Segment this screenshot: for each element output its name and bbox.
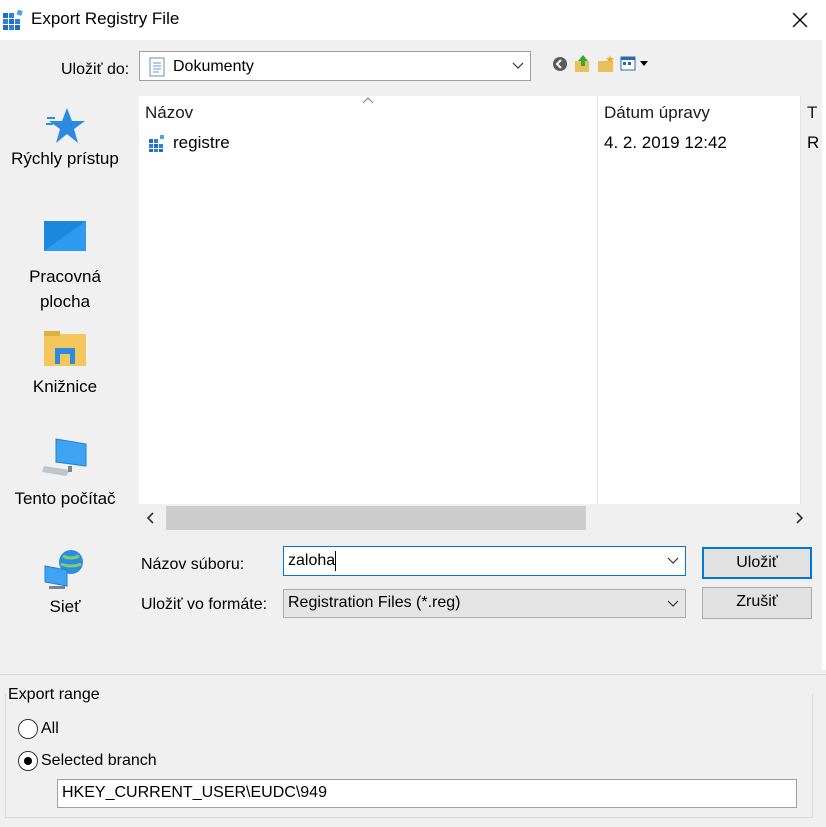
chevron-down-icon: [512, 62, 524, 69]
place-libraries[interactable]: Knižnice: [0, 330, 130, 399]
libraries-icon: [44, 331, 86, 366]
file-name-label: Názov súboru:: [141, 556, 245, 573]
sort-ascending-icon: [362, 97, 374, 104]
table-row[interactable]: registre 4. 2. 2019 12:42 R: [145, 130, 819, 156]
radio-selected-branch[interactable]: [18, 751, 38, 771]
export-range-title: Export range: [8, 686, 100, 703]
place-label: Tento počítač: [14, 489, 116, 508]
place-label: Knižnice: [32, 377, 98, 396]
chevron-down-icon: [667, 600, 679, 607]
cancel-button[interactable]: Zrušiť: [702, 587, 812, 619]
radio-all-label[interactable]: All: [41, 720, 59, 738]
file-type: R: [807, 133, 820, 152]
branch-path-input[interactable]: HKEY_CURRENT_USER\EUDC\949: [57, 779, 797, 808]
up-folder-icon[interactable]: [573, 54, 593, 74]
back-icon[interactable]: [550, 54, 570, 74]
radio-all[interactable]: [18, 719, 38, 739]
window-edge: [822, 40, 826, 670]
places-bar: Rýchly prístup Pracovná plocha Knižnice …: [0, 96, 130, 674]
save-in-combo[interactable]: Dokumenty: [139, 51, 531, 81]
registry-file-icon: [149, 135, 164, 152]
export-registry-dialog: Export Registry File Uložiť do: Dokument…: [0, 0, 826, 827]
column-header-type[interactable]: T: [807, 103, 817, 123]
window-title: Export Registry File: [31, 9, 180, 28]
file-type-value: Registration Files (*.reg): [288, 594, 461, 611]
close-icon[interactable]: [786, 6, 814, 34]
place-network[interactable]: Sieť: [0, 548, 130, 619]
chevron-down-icon[interactable]: [667, 556, 679, 566]
radio-selected-branch-label[interactable]: Selected branch: [41, 752, 157, 770]
desktop-icon: [44, 221, 86, 251]
place-label: plocha: [39, 292, 91, 311]
save-button[interactable]: Uložiť: [702, 547, 812, 579]
new-folder-icon[interactable]: [596, 54, 616, 74]
this-pc-icon: [42, 438, 87, 476]
save-in-value: Dokumenty: [173, 58, 254, 75]
divider: [0, 674, 826, 675]
text-caret: [335, 551, 336, 571]
quick-access-star-icon: [46, 108, 85, 143]
column-divider[interactable]: [597, 96, 598, 504]
scrollbar-thumb[interactable]: [166, 506, 586, 530]
place-label: Rýchly prístup: [11, 149, 119, 168]
documents-folder-icon: [149, 57, 165, 77]
file-name-value: zaloha: [288, 552, 336, 569]
file-date: 4. 2. 2019 12:42: [604, 133, 727, 152]
file-type-label: Uložiť vo formáte:: [141, 596, 268, 613]
file-name-input[interactable]: zaloha: [283, 546, 686, 576]
column-header-name[interactable]: Názov: [145, 103, 193, 123]
title-bar: Export Registry File: [0, 0, 826, 40]
horizontal-scrollbar[interactable]: [139, 506, 813, 530]
radio-checked-dot: [24, 757, 32, 765]
place-this-pc[interactable]: Tento počítač: [0, 438, 130, 511]
column-divider[interactable]: [800, 96, 801, 504]
place-label: Pracovná: [29, 267, 101, 286]
place-quick-access[interactable]: Rýchly prístup: [0, 106, 130, 171]
registry-editor-icon: [3, 9, 23, 30]
place-label: Sieť: [49, 597, 81, 616]
column-header-date[interactable]: Dátum úpravy: [604, 103, 710, 123]
file-list[interactable]: Názov Dátum úpravy T registre 4. 2. 2019…: [139, 96, 819, 504]
scroll-left-icon[interactable]: [145, 512, 157, 524]
branch-path-value: HKEY_CURRENT_USER\EUDC\949: [62, 784, 327, 801]
place-desktop[interactable]: Pracovná plocha: [0, 220, 130, 314]
network-icon: [44, 550, 83, 589]
view-menu-icon[interactable]: [619, 54, 655, 74]
file-type-select[interactable]: Registration Files (*.reg): [283, 589, 686, 618]
file-name: registre: [173, 133, 230, 152]
scroll-right-icon[interactable]: [793, 512, 805, 524]
save-in-label: Uložiť do:: [61, 61, 130, 78]
